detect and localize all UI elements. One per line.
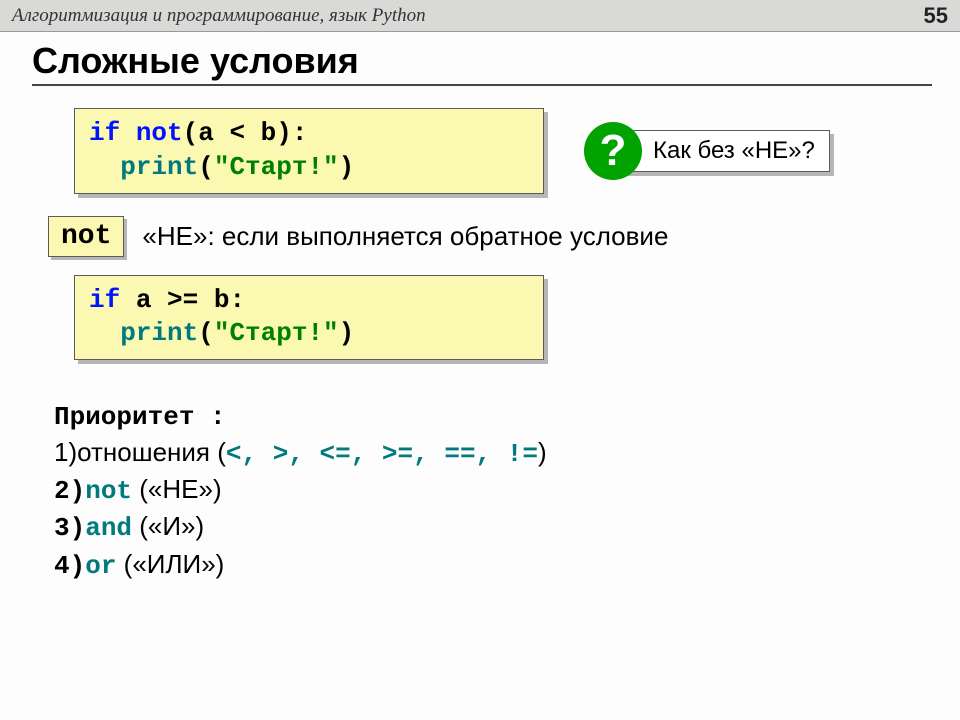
l4-kw: or (85, 551, 116, 581)
l1-pre: 1)отношения ( (54, 437, 226, 467)
priority-header: Приоритет : (54, 400, 932, 435)
l3-desc: («И») (132, 511, 204, 541)
str-1: "Старт!" (214, 152, 339, 182)
kw-if: if (89, 118, 120, 148)
priority-line-4: 4)or («ИЛИ») (54, 547, 932, 584)
kw-not: not (136, 118, 183, 148)
priority-line-1: 1)отношения (<, >, <=, >=, ==, !=) (54, 435, 932, 472)
callout-text: Как без «НЕ»? (614, 130, 830, 172)
priority-block: Приоритет : 1)отношения (<, >, <=, >=, =… (54, 400, 932, 583)
l4-desc: («ИЛИ») (116, 549, 224, 579)
paren-close-1: ) (339, 152, 355, 182)
not-description-row: not «НЕ»: если выполняется обратное усло… (48, 216, 932, 257)
kw-if-2: if (89, 285, 120, 315)
paren-open-2: ( (198, 318, 214, 348)
str-2: "Старт!" (214, 318, 339, 348)
code-block-not: if not(a < b): print("Старт!") (74, 108, 544, 194)
code-row-2: if a >= b: print("Старт!") (74, 275, 932, 361)
priority-line-3: 3)and («И») (54, 509, 932, 546)
priority-line-2: 2)not («НЕ») (54, 472, 932, 509)
paren-close-2: ) (339, 318, 355, 348)
l1-post: ) (538, 437, 547, 467)
l1-ops: <, >, <=, >=, ==, != (226, 439, 538, 469)
fn-print-2: print (120, 318, 198, 348)
l2-kw: not (85, 476, 132, 506)
l3-kw: and (85, 513, 132, 543)
not-description: «НЕ»: если выполняется обратное условие (142, 221, 668, 252)
paren-open-1: ( (198, 152, 214, 182)
slide-header: Алгоритмизация и программирование, язык … (0, 0, 960, 32)
not-badge: not (48, 216, 124, 257)
slide-content: Сложные условия if not(a < b): print("Ст… (0, 32, 960, 584)
fn-print-1: print (120, 152, 198, 182)
page-number: 55 (924, 3, 948, 29)
question-mark-icon: ? (584, 122, 642, 180)
l4-num: 4) (54, 551, 85, 581)
slide-title: Сложные условия (32, 40, 932, 86)
callout-question: ? Как без «НЕ»? (584, 122, 830, 180)
expr-2: a >= b: (136, 285, 245, 315)
code-block-ge: if a >= b: print("Старт!") (74, 275, 544, 361)
header-title: Алгоритмизация и программирование, язык … (12, 5, 426, 27)
l2-desc: («НЕ») (132, 474, 222, 504)
l2-num: 2) (54, 476, 85, 506)
l3-num: 3) (54, 513, 85, 543)
expr-1: (a < b): (183, 118, 308, 148)
code-row-1: if not(a < b): print("Старт!") ? Как без… (74, 108, 932, 194)
